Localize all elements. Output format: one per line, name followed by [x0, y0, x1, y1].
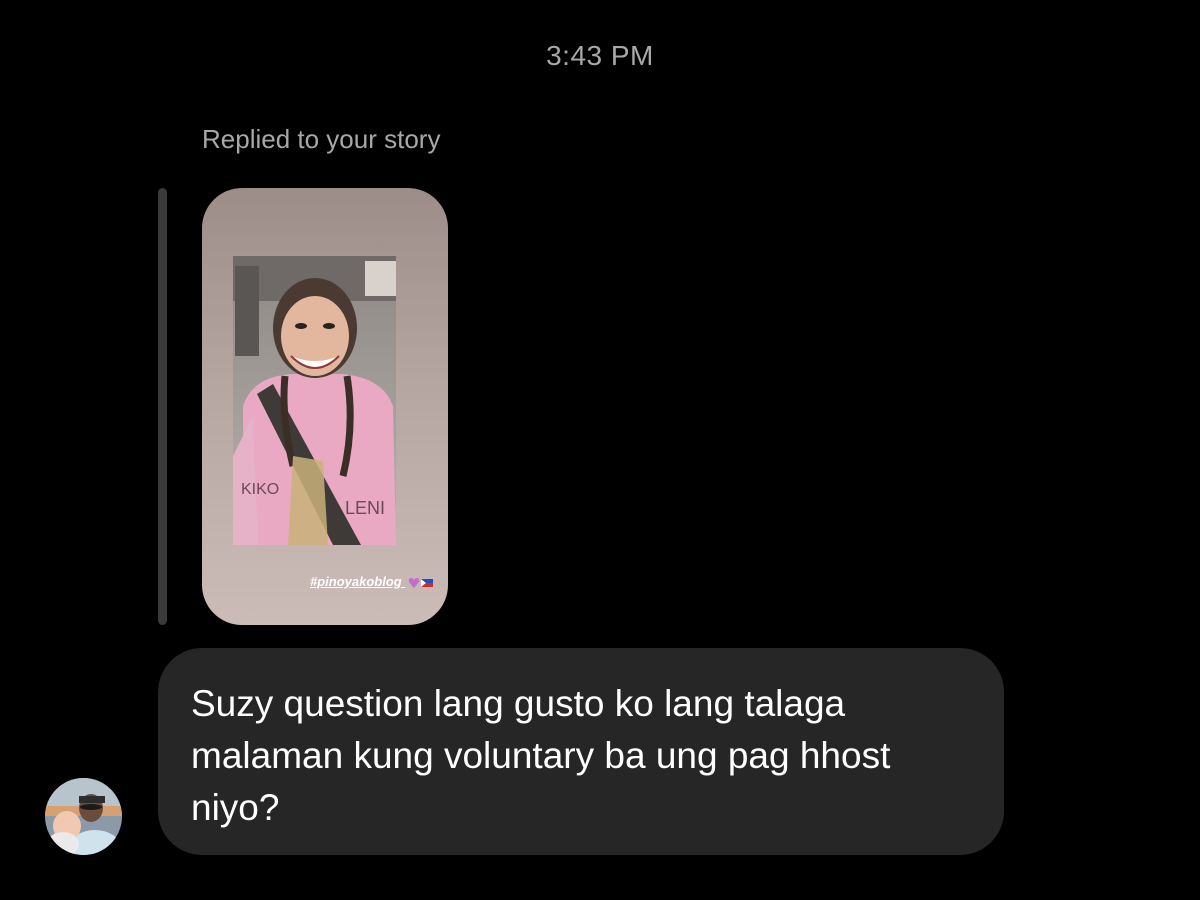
heart-flag-icon [409, 577, 434, 588]
message-timestamp: 3:43 PM [546, 40, 654, 71]
message-bubble[interactable]: Suzy question lang gusto ko lang talaga … [158, 648, 1004, 855]
selfie-image: KIKO LENI [233, 256, 396, 545]
reply-label: Replied to your story [202, 124, 441, 154]
story-hashtag: #pinoyakoblog [310, 574, 434, 589]
story-preview[interactable]: KIKO LENI #pinoyakoblog [202, 188, 448, 625]
story-hashtag-text: #pinoyakoblog [310, 574, 402, 589]
reply-indicator-bar [158, 188, 167, 625]
story-photo: KIKO LENI [233, 256, 396, 545]
shirt-text-right: LENI [345, 498, 385, 518]
sender-avatar[interactable] [45, 778, 122, 855]
message-text: Suzy question lang gusto ko lang talaga … [191, 683, 891, 828]
profile-photo-icon [45, 778, 122, 855]
shirt-text-left: KIKO [241, 481, 279, 498]
